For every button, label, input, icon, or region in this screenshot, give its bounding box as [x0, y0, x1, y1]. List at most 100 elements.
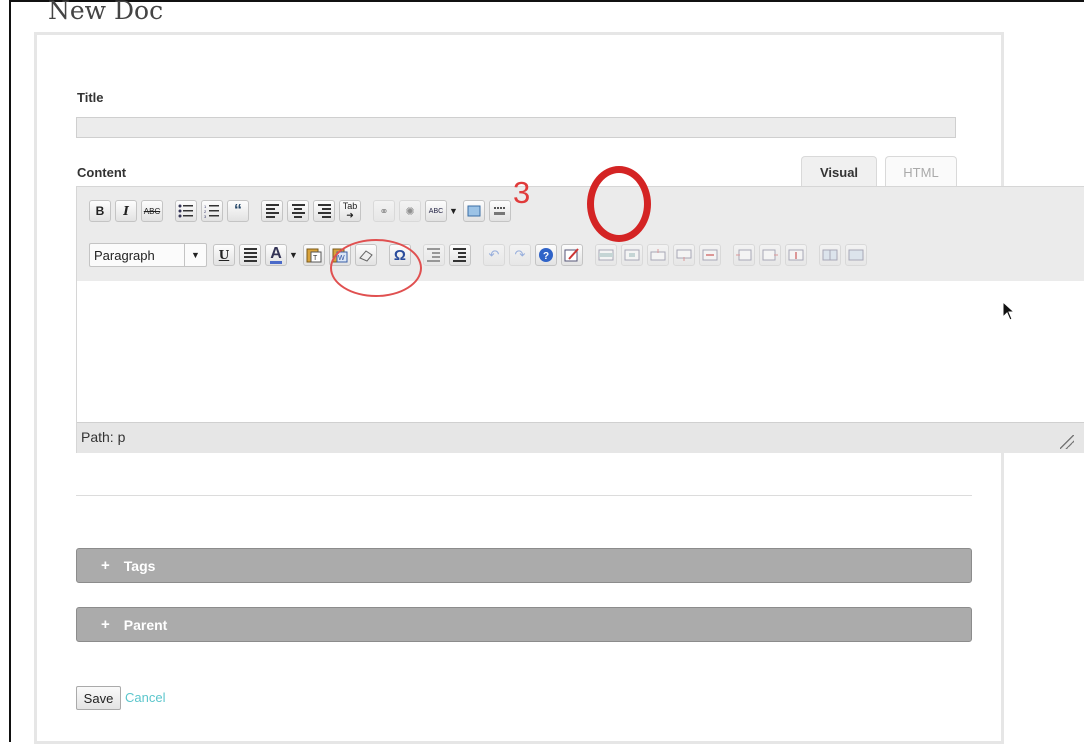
path-text: Path: p [81, 429, 126, 445]
indent-icon [453, 248, 467, 262]
link-icon: ⚭ [379, 205, 389, 218]
content-label: Content [77, 165, 127, 180]
bold-glyph: B [95, 204, 105, 218]
spellcheck-button[interactable]: ABC [425, 200, 447, 222]
resize-handle-icon[interactable] [1060, 435, 1074, 449]
chevron-down-icon: ▼ [184, 244, 206, 266]
title-input[interactable] [76, 117, 956, 138]
tab-key-label: Tab [342, 201, 358, 211]
fullscreen-button[interactable] [462, 200, 485, 222]
svg-text:T: T [313, 255, 318, 262]
row-after-icon [676, 249, 692, 261]
redo-button[interactable]: ↷ [508, 244, 531, 266]
table-cell-props-button[interactable] [620, 244, 643, 266]
align-left-icon [265, 204, 279, 218]
strikethrough-button[interactable]: ABC [141, 200, 163, 222]
split-cells-button[interactable] [818, 244, 841, 266]
title-label: Title [77, 90, 104, 105]
strikethrough-glyph: ABC [143, 206, 161, 216]
tags-panel-header[interactable]: + Tags [76, 548, 972, 583]
justify-icon [243, 248, 257, 262]
page-title: New Doc [48, 0, 164, 25]
parent-panel-header[interactable]: + Parent [76, 607, 972, 642]
italic-glyph: I [123, 204, 129, 218]
bold-button[interactable]: B [89, 200, 111, 222]
delete-row-button[interactable] [698, 244, 721, 266]
delete-row-icon [702, 249, 718, 261]
cancel-link[interactable]: Cancel [125, 690, 165, 705]
editor-toolbar: B I ABC 123 “ Tab ➜ ⚭ ✺ ABC ▼ Paragraph … [77, 187, 1084, 281]
unlink-button[interactable]: ✺ [399, 200, 421, 222]
rich-text-editor: B I ABC 123 “ Tab ➜ ⚭ ✺ ABC ▼ Paragraph … [76, 186, 1084, 453]
editor-path-bar: Path: p [77, 422, 1084, 453]
section-divider [76, 495, 972, 496]
parent-panel-label: Parent [123, 616, 168, 633]
table-cell-icon [624, 249, 640, 261]
svg-text:3: 3 [204, 214, 207, 218]
delete-col-button[interactable] [784, 244, 807, 266]
insert-row-after-button[interactable] [672, 244, 695, 266]
blockquote-button[interactable]: “ [227, 200, 249, 222]
fullscreen-icon [467, 205, 481, 217]
merge-cells-button[interactable] [844, 244, 867, 266]
outdent-button[interactable] [422, 244, 445, 266]
insert-row-before-button[interactable] [646, 244, 669, 266]
spellcheck-icon: ABC [428, 207, 444, 215]
unlink-icon: ✺ [405, 205, 415, 218]
numbered-list-button[interactable]: 123 [201, 200, 223, 222]
paste-as-text-button[interactable]: T [302, 244, 325, 266]
table-row-icon [598, 249, 614, 261]
show-kitchen-sink-button[interactable] [488, 200, 511, 222]
svg-text:?: ? [543, 251, 549, 262]
table-row-props-button[interactable] [594, 244, 617, 266]
insert-col-after-button[interactable] [758, 244, 781, 266]
plus-icon: + [101, 616, 110, 633]
split-cells-icon [822, 249, 838, 261]
align-center-button[interactable] [287, 200, 309, 222]
merge-cells-icon [848, 249, 864, 261]
toolbar-row-1: B I ABC 123 “ Tab ➜ ⚭ ✺ ABC ▼ [89, 197, 515, 225]
window-left-border [9, 0, 11, 742]
italic-button[interactable]: I [115, 200, 137, 222]
annotation-step-number: 3 [513, 175, 531, 210]
insert-table-button[interactable] [560, 244, 583, 266]
tags-panel-label: Tags [123, 557, 156, 574]
editor-content-area[interactable] [77, 281, 1084, 422]
spellcheck-dropdown-arrow[interactable]: ▼ [449, 206, 458, 216]
indent-button[interactable] [448, 244, 471, 266]
tab-visual[interactable]: Visual [801, 156, 877, 187]
tab-key-icon: Tab ➜ [342, 201, 358, 220]
window-top-border [9, 0, 1084, 2]
table-edit-icon [564, 248, 579, 262]
underline-button[interactable]: U [213, 244, 235, 266]
format-select-value: Paragraph [94, 247, 155, 263]
undo-icon: ↶ [488, 247, 500, 262]
text-color-dropdown-arrow[interactable]: ▼ [289, 250, 298, 260]
save-button[interactable]: Save [76, 686, 121, 710]
col-before-icon [735, 249, 752, 261]
insert-link-button[interactable]: ⚭ [373, 200, 395, 222]
text-color-button[interactable]: A [265, 244, 287, 266]
blockquote-icon: “ [234, 202, 242, 219]
underline-glyph: U [218, 248, 230, 262]
mouse-cursor-icon [1002, 301, 1016, 321]
paste-text-icon: T [306, 248, 322, 263]
bullet-list-button[interactable] [175, 200, 197, 222]
align-left-button[interactable] [261, 200, 283, 222]
bullet-list-icon [178, 204, 193, 218]
tab-html[interactable]: HTML [885, 156, 957, 187]
undo-button[interactable]: ↶ [482, 244, 505, 266]
align-right-button[interactable] [313, 200, 335, 222]
insert-col-before-button[interactable] [732, 244, 755, 266]
help-icon: ? [538, 248, 553, 262]
format-select[interactable]: Paragraph ▼ [89, 243, 207, 267]
delete-col-icon [788, 249, 804, 261]
annotation-circle [587, 166, 651, 242]
help-button[interactable]: ? [534, 244, 557, 266]
justify-button[interactable] [239, 244, 261, 266]
align-center-icon [291, 204, 305, 218]
redo-icon: ↷ [514, 247, 526, 262]
toolbar-row-2: Paragraph ▼ U A ▼ T W Ω ↶ ↷ ? [89, 241, 871, 269]
insert-tab-button[interactable]: Tab ➜ [339, 200, 361, 222]
col-after-icon [762, 249, 778, 261]
